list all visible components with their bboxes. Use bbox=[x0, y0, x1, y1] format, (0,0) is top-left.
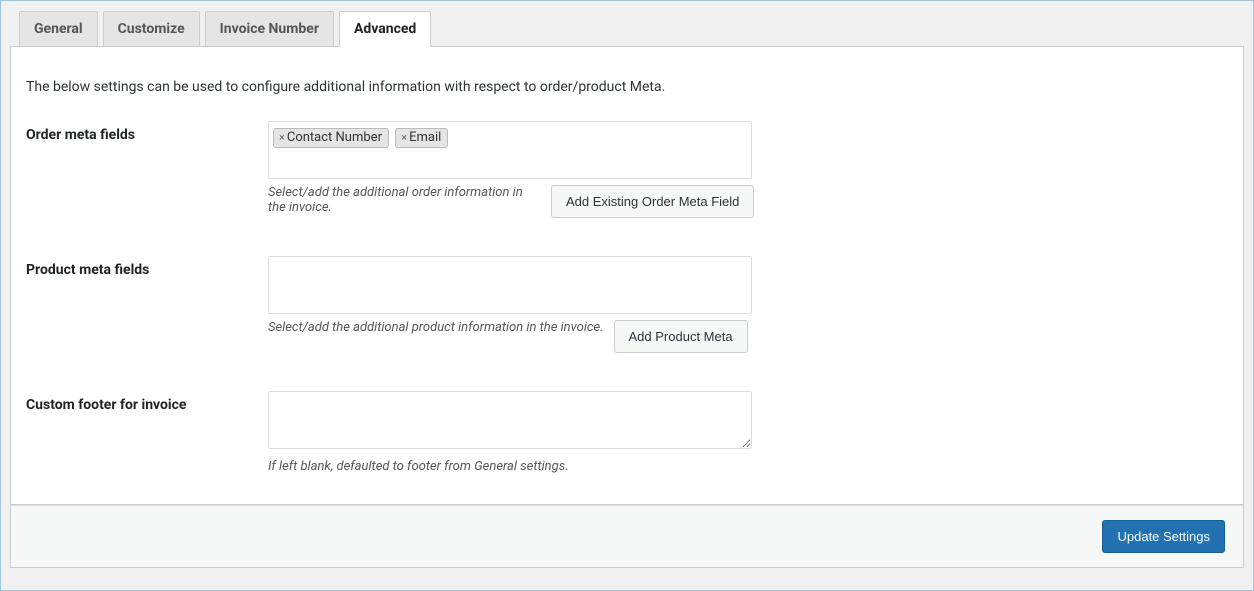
label-custom-footer: Custom footer for invoice bbox=[26, 391, 268, 413]
tab-label: General bbox=[34, 21, 83, 37]
label-order-meta: Order meta fields bbox=[26, 121, 268, 143]
chip-contact-number[interactable]: ×Contact Number bbox=[273, 128, 389, 148]
tab-customize[interactable]: Customize bbox=[103, 11, 200, 47]
row-order-meta: Order meta fields ×Contact Number ×Email… bbox=[26, 121, 1228, 218]
chip-label: Contact Number bbox=[287, 130, 382, 145]
custom-footer-textarea[interactable] bbox=[268, 391, 752, 449]
row-product-meta: Product meta fields Select/add the addit… bbox=[26, 256, 1228, 353]
settings-page: General Customize Invoice Number Advance… bbox=[0, 0, 1254, 591]
order-meta-tagbox[interactable]: ×Contact Number ×Email bbox=[268, 121, 752, 179]
intro-text: The below settings can be used to config… bbox=[26, 79, 1228, 95]
chip-email[interactable]: ×Email bbox=[395, 128, 448, 148]
field-product-meta: Select/add the additional product inform… bbox=[268, 256, 768, 353]
advanced-panel: The below settings can be used to config… bbox=[10, 46, 1244, 505]
tab-label: Invoice Number bbox=[220, 21, 319, 37]
field-custom-footer: If left blank, defaulted to footer from … bbox=[268, 391, 768, 474]
row-custom-footer: Custom footer for invoice If left blank,… bbox=[26, 391, 1228, 474]
chip-label: Email bbox=[409, 130, 441, 145]
label-product-meta: Product meta fields bbox=[26, 256, 268, 278]
hint-custom-footer: If left blank, defaulted to footer from … bbox=[268, 459, 768, 474]
tabs: General Customize Invoice Number Advance… bbox=[19, 10, 1244, 46]
field-order-meta: ×Contact Number ×Email Select/add the ad… bbox=[268, 121, 768, 218]
hint-product-meta: Select/add the additional product inform… bbox=[268, 320, 604, 335]
tab-label: Advanced bbox=[354, 21, 416, 37]
close-icon[interactable]: × bbox=[279, 131, 285, 144]
close-icon[interactable]: × bbox=[401, 131, 407, 144]
bottom-bar: Update Settings bbox=[10, 505, 1244, 568]
add-product-meta-button[interactable]: Add Product Meta bbox=[614, 320, 748, 353]
tab-general[interactable]: General bbox=[19, 11, 98, 47]
add-existing-order-meta-button[interactable]: Add Existing Order Meta Field bbox=[551, 185, 754, 218]
product-meta-tagbox[interactable] bbox=[268, 256, 752, 314]
tab-advanced[interactable]: Advanced bbox=[339, 11, 431, 47]
hint-order-meta: Select/add the additional order informat… bbox=[268, 185, 543, 215]
tab-invoice-number[interactable]: Invoice Number bbox=[205, 11, 334, 47]
update-settings-button[interactable]: Update Settings bbox=[1102, 520, 1225, 553]
tab-label: Customize bbox=[118, 21, 185, 37]
